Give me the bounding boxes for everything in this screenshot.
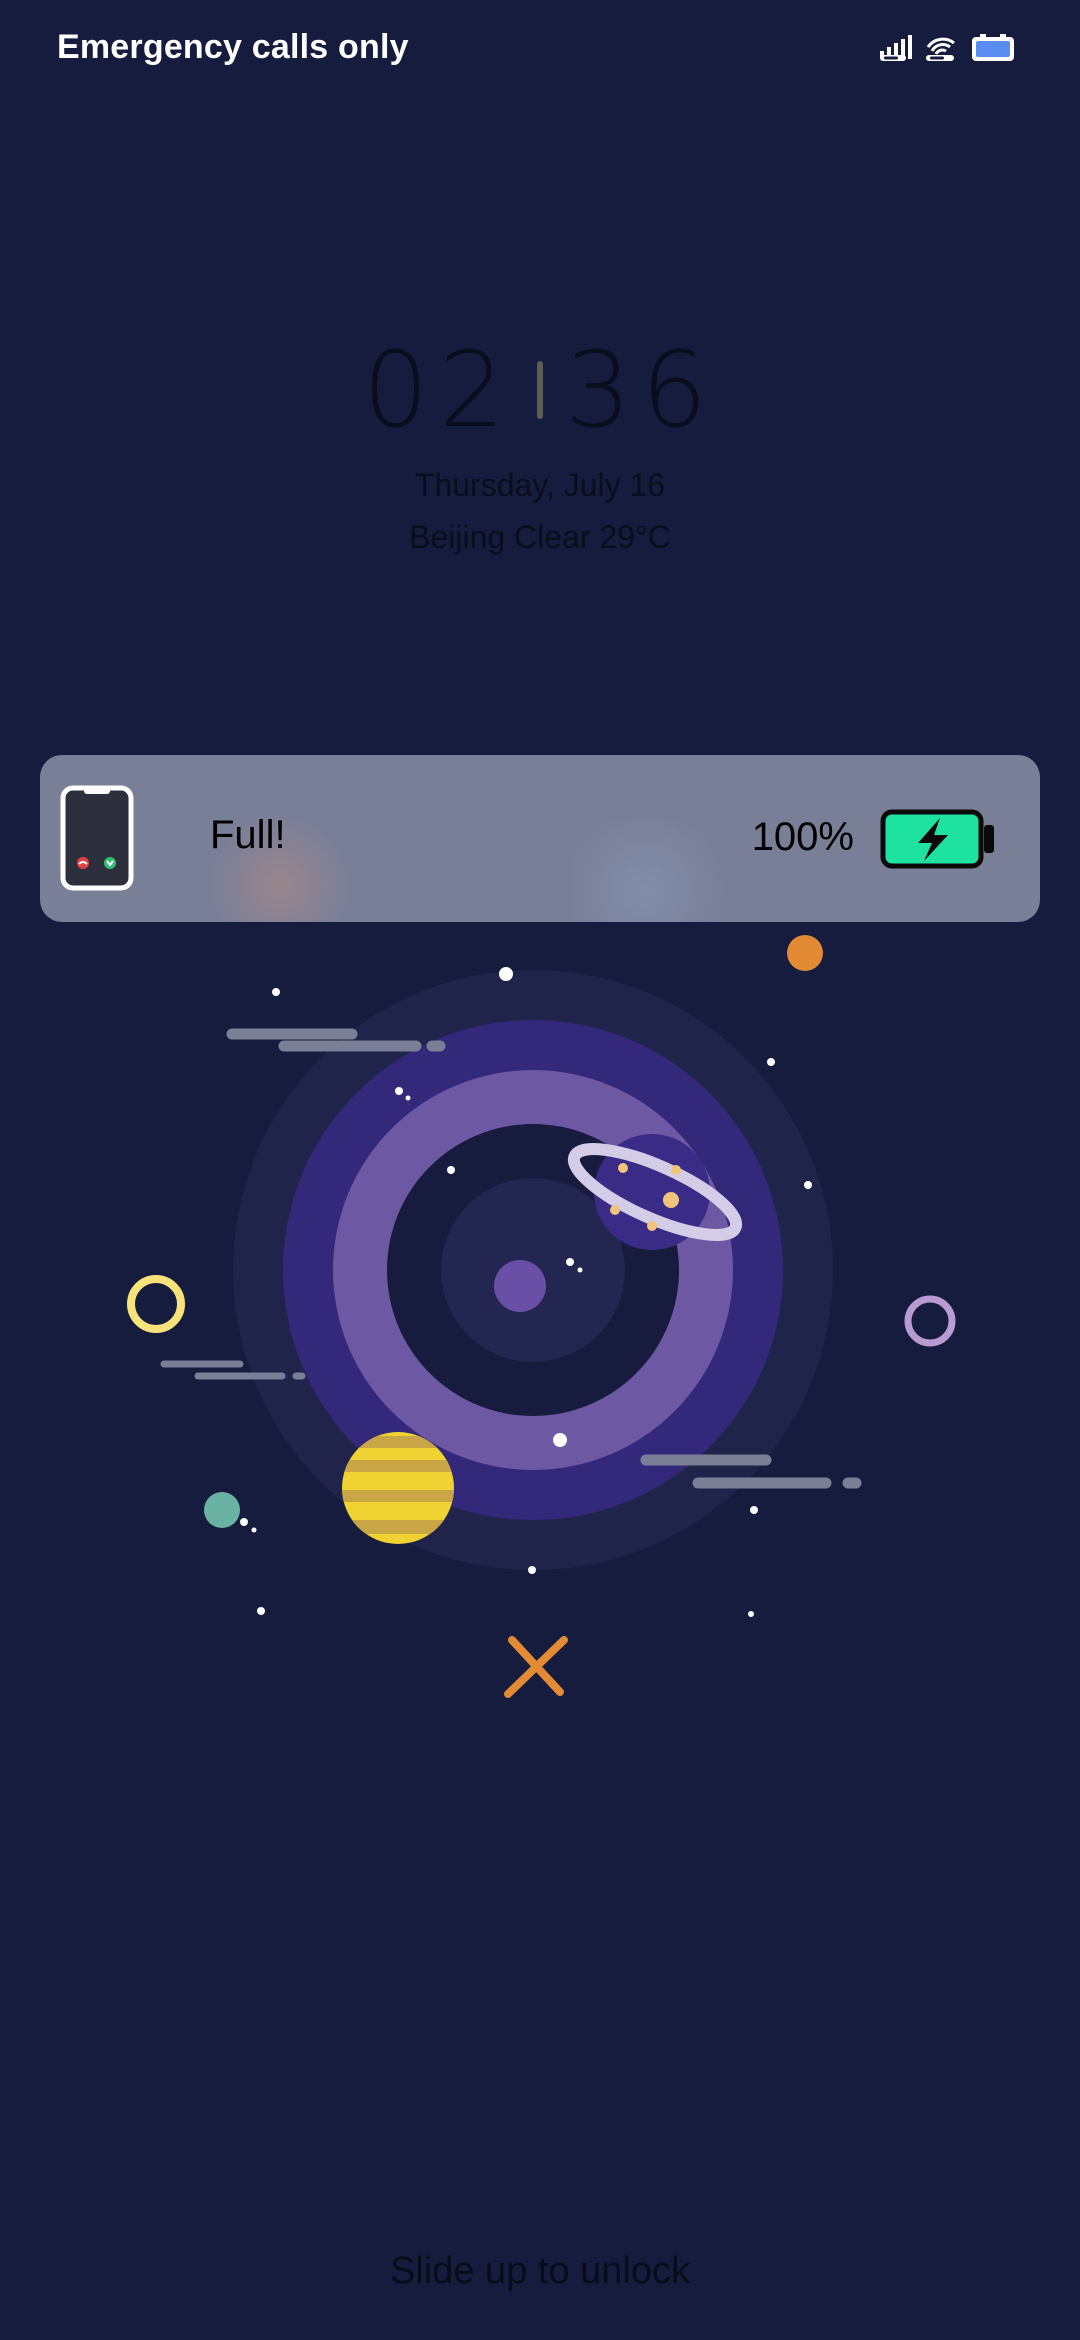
ring-icon bbox=[127, 1275, 185, 1333]
clock-minutes: 36 bbox=[565, 329, 718, 451]
clock-weather: Beijing Clear 29°C bbox=[409, 519, 671, 555]
card-glow bbox=[560, 815, 730, 922]
battery-percent: 100% bbox=[751, 815, 854, 859]
battery-notification-card[interactable]: Full! 100% bbox=[40, 755, 1040, 922]
planet-icon bbox=[787, 935, 823, 971]
battery-status-label: Full! bbox=[210, 813, 286, 857]
status-bar: Emergency calls only bbox=[0, 0, 1080, 100]
phone-icon bbox=[60, 785, 134, 891]
space-illustration bbox=[0, 930, 1080, 1710]
unlock-hint[interactable]: Slide up to unlock bbox=[0, 2250, 1080, 2293]
status-icons bbox=[878, 32, 1016, 68]
ring-icon bbox=[904, 1295, 956, 1347]
clock-hours: 02 bbox=[362, 329, 515, 451]
signal-icon bbox=[878, 33, 914, 68]
carrier-status-text: Emergency calls only bbox=[57, 28, 409, 66]
battery-status-icon bbox=[970, 33, 1016, 68]
wifi-icon bbox=[924, 33, 960, 68]
battery-charging-icon bbox=[880, 809, 996, 869]
clock-time: 02 36 bbox=[0, 330, 1080, 450]
clock-date: Thursday, July 16 bbox=[414, 467, 666, 503]
lock-screen-clock: 02 36 Thursday, July 16 Beijing Clear 29… bbox=[0, 330, 1080, 560]
cross-icon bbox=[504, 1636, 568, 1698]
planet-icon bbox=[204, 1492, 240, 1528]
clock-separator bbox=[537, 361, 543, 419]
